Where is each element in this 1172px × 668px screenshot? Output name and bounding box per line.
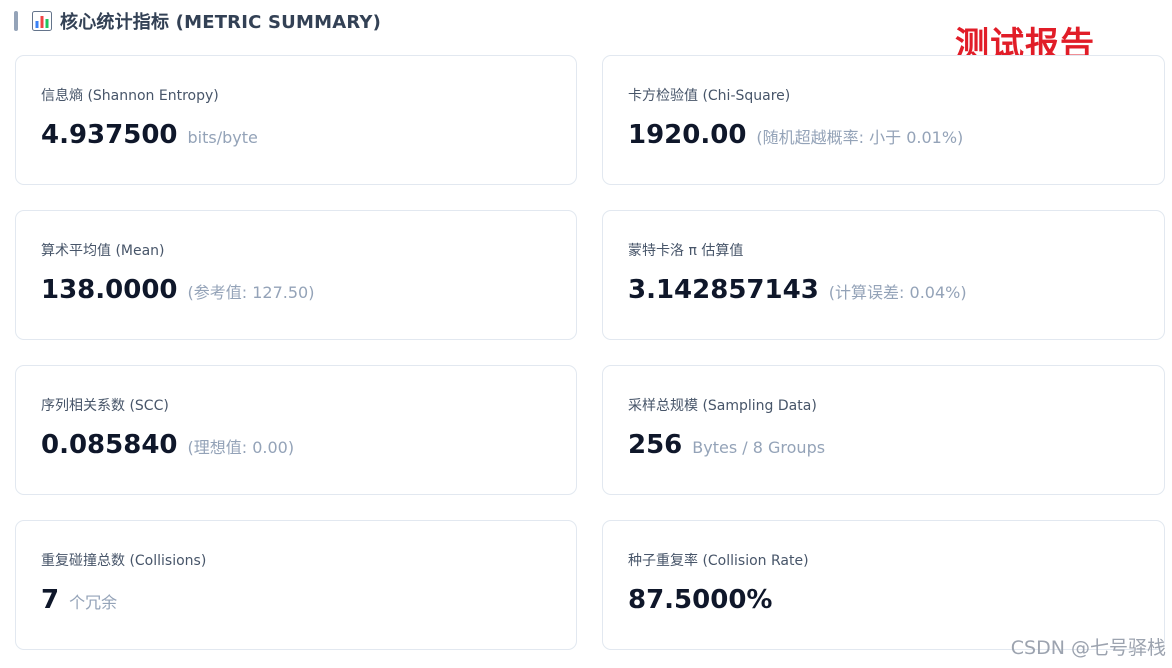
metric-value-row: 7 个冗余 — [41, 585, 117, 615]
metric-card-monte-carlo-pi: 蒙特卡洛 π 估算值 3.142857143 (计算误差: 0.04%) — [602, 210, 1165, 340]
metric-card-collisions: 重复碰撞总数 (Collisions) 7 个冗余 — [15, 520, 577, 650]
metric-value-row: 4.937500 bits/byte — [41, 120, 258, 150]
metric-card-collision-rate: 种子重复率 (Collision Rate) 87.5000% — [602, 520, 1165, 650]
metric-label: 算术平均值 (Mean) — [41, 243, 165, 259]
csdn-watermark: CSDN @七号驿栈 — [1010, 637, 1166, 659]
metric-label: 蒙特卡洛 π 估算值 — [628, 243, 744, 259]
section-header: 核心统计指标 (METRIC SUMMARY) — [14, 8, 381, 34]
metric-unit: (随机超越概率: 小于 0.01%) — [756, 128, 964, 147]
metric-value: 256 — [628, 430, 683, 460]
metric-unit: (参考值: 127.50) — [187, 283, 315, 302]
metric-unit: bits/byte — [187, 128, 258, 147]
metric-value: 1920.00 — [628, 120, 747, 150]
metric-card-scc: 序列相关系数 (SCC) 0.085840 (理想值: 0.00) — [15, 365, 577, 495]
metric-unit: (计算误差: 0.04%) — [828, 283, 967, 302]
metric-value-row: 0.085840 (理想值: 0.00) — [41, 430, 294, 460]
metric-value: 7 — [41, 585, 60, 615]
metric-card-mean: 算术平均值 (Mean) 138.0000 (参考值: 127.50) — [15, 210, 577, 340]
metric-label: 重复碰撞总数 (Collisions) — [41, 553, 207, 569]
section-title: 核心统计指标 (METRIC SUMMARY) — [60, 12, 382, 33]
metric-value-row: 138.0000 (参考值: 127.50) — [41, 275, 314, 305]
metric-card-shannon-entropy: 信息熵 (Shannon Entropy) 4.937500 bits/byte — [15, 55, 577, 185]
metric-value: 87.5000% — [628, 585, 773, 615]
header-accent-bar — [14, 11, 18, 31]
metric-label: 信息熵 (Shannon Entropy) — [41, 88, 219, 104]
metric-unit: 个冗余 — [69, 593, 118, 612]
metric-label: 序列相关系数 (SCC) — [41, 398, 169, 414]
metric-value-row: 87.5000% — [628, 585, 782, 615]
metric-value: 138.0000 — [41, 275, 178, 305]
metric-unit: Bytes / 8 Groups — [692, 438, 826, 457]
metric-label: 种子重复率 (Collision Rate) — [628, 553, 809, 569]
metric-value-row: 256 Bytes / 8 Groups — [628, 430, 825, 460]
metric-summary-page: 核心统计指标 (METRIC SUMMARY) 测试报告 信息熵 (Shanno… — [0, 0, 1172, 668]
metric-card-sampling-data: 采样总规模 (Sampling Data) 256 Bytes / 8 Grou… — [602, 365, 1165, 495]
metric-label: 卡方检验值 (Chi-Square) — [628, 88, 791, 104]
metric-value: 3.142857143 — [628, 275, 819, 305]
metric-value-row: 1920.00 (随机超越概率: 小于 0.01%) — [628, 120, 963, 150]
metric-value-row: 3.142857143 (计算误差: 0.04%) — [628, 275, 967, 305]
metric-value: 4.937500 — [41, 120, 178, 150]
metric-card-chi-square: 卡方检验值 (Chi-Square) 1920.00 (随机超越概率: 小于 0… — [602, 55, 1165, 185]
bar-chart-icon — [32, 11, 52, 31]
metric-label: 采样总规模 (Sampling Data) — [628, 398, 817, 414]
metric-unit: (理想值: 0.00) — [187, 438, 295, 457]
metric-value: 0.085840 — [41, 430, 178, 460]
